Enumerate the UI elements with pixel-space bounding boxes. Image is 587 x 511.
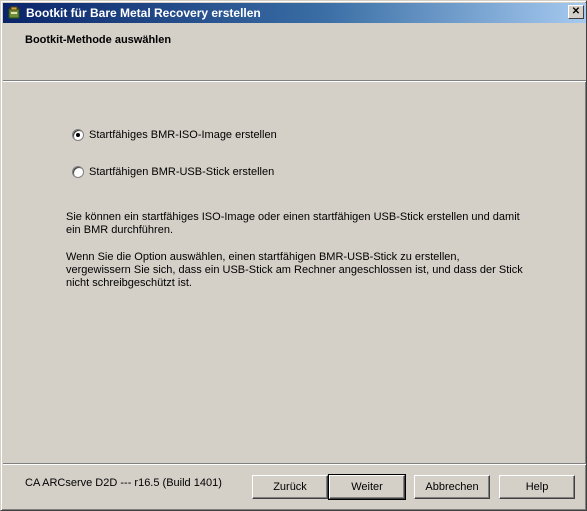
cancel-button[interactable]: Abbrechen xyxy=(414,475,490,499)
radio-iso-image[interactable] xyxy=(72,129,84,141)
description-paragraph-2: Wenn Sie die Option auswählen, einen sta… xyxy=(66,251,523,289)
back-button[interactable]: Zurück xyxy=(252,475,328,499)
option-iso-image[interactable]: Startfähiges BMR-ISO-Image erstellen xyxy=(72,129,277,141)
option-usb-stick-label[interactable]: Startfähigen BMR-USB-Stick erstellen xyxy=(89,166,274,178)
title-bar[interactable]: Bootkit für Bare Metal Recovery erstelle… xyxy=(3,3,586,23)
close-icon: ✕ xyxy=(571,6,581,17)
app-icon xyxy=(7,6,21,20)
option-iso-image-label[interactable]: Startfähiges BMR-ISO-Image erstellen xyxy=(89,129,277,141)
footer-divider xyxy=(3,463,586,465)
description-paragraph-1: Sie können ein startfähiges ISO-Image od… xyxy=(66,211,520,236)
bootkit-dialog: Bootkit für Bare Metal Recovery erstelle… xyxy=(0,0,587,511)
radio-usb-stick[interactable] xyxy=(72,166,84,178)
window-title: Bootkit für Bare Metal Recovery erstelle… xyxy=(26,6,261,20)
next-button[interactable]: Weiter xyxy=(328,474,406,500)
header-panel: Bootkit-Methode auswählen xyxy=(3,23,586,82)
version-label: CA ARCserve D2D --- r16.5 (Build 1401) xyxy=(25,477,222,489)
option-usb-stick[interactable]: Startfähigen BMR-USB-Stick erstellen xyxy=(72,166,274,178)
close-button[interactable]: ✕ xyxy=(568,5,584,19)
page-title: Bootkit-Methode auswählen xyxy=(25,34,172,46)
help-button[interactable]: Help xyxy=(499,475,575,499)
